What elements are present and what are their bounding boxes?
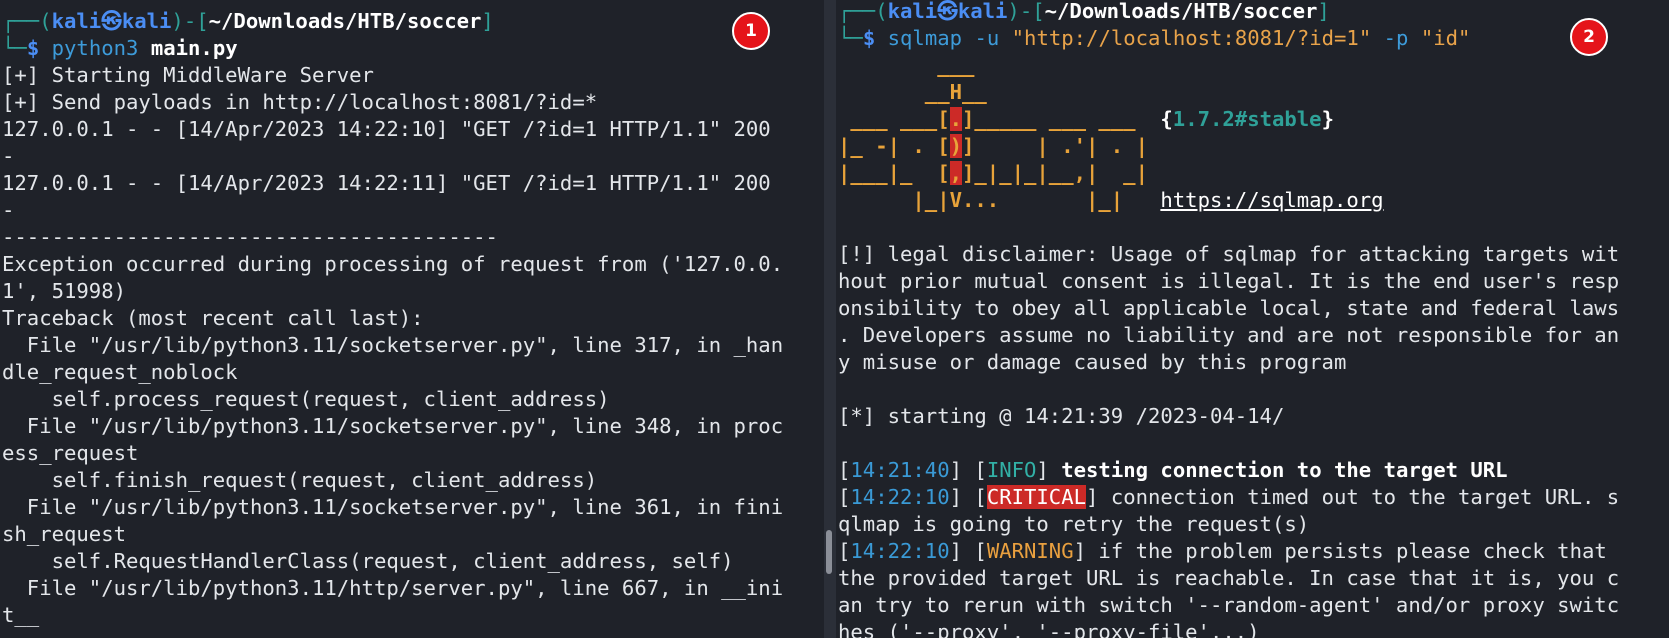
disclaimer-line: [!] legal disclaimer: Usage of sqlmap fo…: [838, 242, 1620, 266]
output-line: 127.0.0.1 - - [14/Apr/2023 14:22:11] "GE…: [2, 171, 771, 195]
log-line-continued: an try to rerun with switch '--random-ag…: [838, 593, 1620, 617]
scrollbar-thumb[interactable]: [826, 530, 832, 574]
output-line: ess_request: [2, 441, 139, 465]
output-line: 127.0.0.1 - - [14/Apr/2023 14:22:10] "GE…: [2, 117, 771, 141]
output-line: self.finish_request(request, client_addr…: [2, 468, 598, 492]
output-line: [+] Starting MiddleWare Server: [2, 63, 374, 87]
sqlmap-version: 1.7.2#stable: [1172, 107, 1322, 131]
output-line: -: [2, 198, 15, 222]
output-line: sh_request: [2, 522, 126, 546]
log-line-continued: qlmap is going to retry the request(s): [838, 512, 1310, 536]
log-line-warning: [14:22:10] [WARNING] if the problem pers…: [838, 539, 1607, 563]
output-line: 1', 51998): [2, 279, 126, 303]
disclaimer-line: y misuse or damage caused by this progra…: [838, 350, 1347, 374]
prompt-line-2: └─$ python3 main.py: [2, 36, 238, 60]
log-line-info: [14:21:40] [INFO] testing connection to …: [838, 458, 1508, 482]
sqlmap-logo-line: __H__: [838, 80, 987, 104]
skull-icon: ㉿: [937, 0, 958, 23]
log-line-critical: [14:22:10] [CRITICAL] connection timed o…: [838, 485, 1620, 509]
terminal-pane-right[interactable]: ┌──(kali㉿kali)-[~/Downloads/HTB/soccer] …: [836, 0, 1669, 638]
disclaimer-line: hout prior mutual consent is illegal. It…: [838, 269, 1620, 293]
output-line: File "/usr/lib/python3.11/socketserver.p…: [2, 333, 784, 357]
output-line: [+] Send payloads in http://localhost:80…: [2, 90, 598, 114]
output-line: t__: [2, 603, 40, 627]
disclaimer-line: . Developers assume no liability and are…: [838, 323, 1620, 347]
output-line: File "/usr/lib/python3.11/socketserver.p…: [2, 414, 784, 438]
disclaimer-line: onsibility to obey all applicable local,…: [838, 296, 1620, 320]
prompt-line-1: ┌──(kali㉿kali)-[~/Downloads/HTB/soccer]: [2, 9, 494, 33]
output-line: self.RequestHandlerClass(request, client…: [2, 549, 734, 573]
output-line: ----------------------------------------: [2, 225, 498, 249]
output-line: Traceback (most recent call last):: [2, 306, 424, 330]
step-badge-1: 1: [732, 12, 770, 50]
sqlmap-logo-line: ___ ___[.]_____ ___ ___ {1.7.2#stable}: [838, 107, 1334, 131]
log-line-continued: hes ('--proxy', '--proxy-file'...): [838, 620, 1260, 638]
output-line: self.process_request(request, client_add…: [2, 387, 610, 411]
skull-icon: ㉿: [101, 9, 122, 33]
starting-line: [*] starting @ 14:21:39 /2023-04-14/: [838, 404, 1285, 428]
sqlmap-logo-line: |_ -| . [)] | .'| . |: [838, 134, 1148, 158]
sqlmap-logo-line: ___: [838, 53, 975, 77]
output-line: Exception occurred during processing of …: [2, 252, 784, 276]
sqlmap-url-link[interactable]: https://sqlmap.org: [1160, 188, 1383, 212]
sqlmap-logo-line: |_|V... |_| https://sqlmap.org: [838, 188, 1384, 212]
output-line: dle_request_noblock: [2, 360, 238, 384]
log-line-continued: the provided target URL is reachable. In…: [838, 566, 1620, 590]
prompt-line-1: ┌──(kali㉿kali)-[~/Downloads/HTB/soccer]: [838, 0, 1330, 23]
terminal-pane-left[interactable]: ┌──(kali㉿kali)-[~/Downloads/HTB/soccer] …: [0, 0, 824, 638]
sqlmap-logo-line: |___|_ [,]_|_|_|__,| _|: [838, 161, 1148, 185]
output-line: File "/usr/lib/python3.11/socketserver.p…: [2, 495, 784, 519]
output-line: -: [2, 144, 15, 168]
step-badge-2: 2: [1570, 18, 1608, 56]
output-line: File "/usr/lib/python3.11/http/server.py…: [2, 576, 784, 600]
prompt-line-2: └─$ sqlmap -u "http://localhost:8081/?id…: [838, 26, 1471, 50]
